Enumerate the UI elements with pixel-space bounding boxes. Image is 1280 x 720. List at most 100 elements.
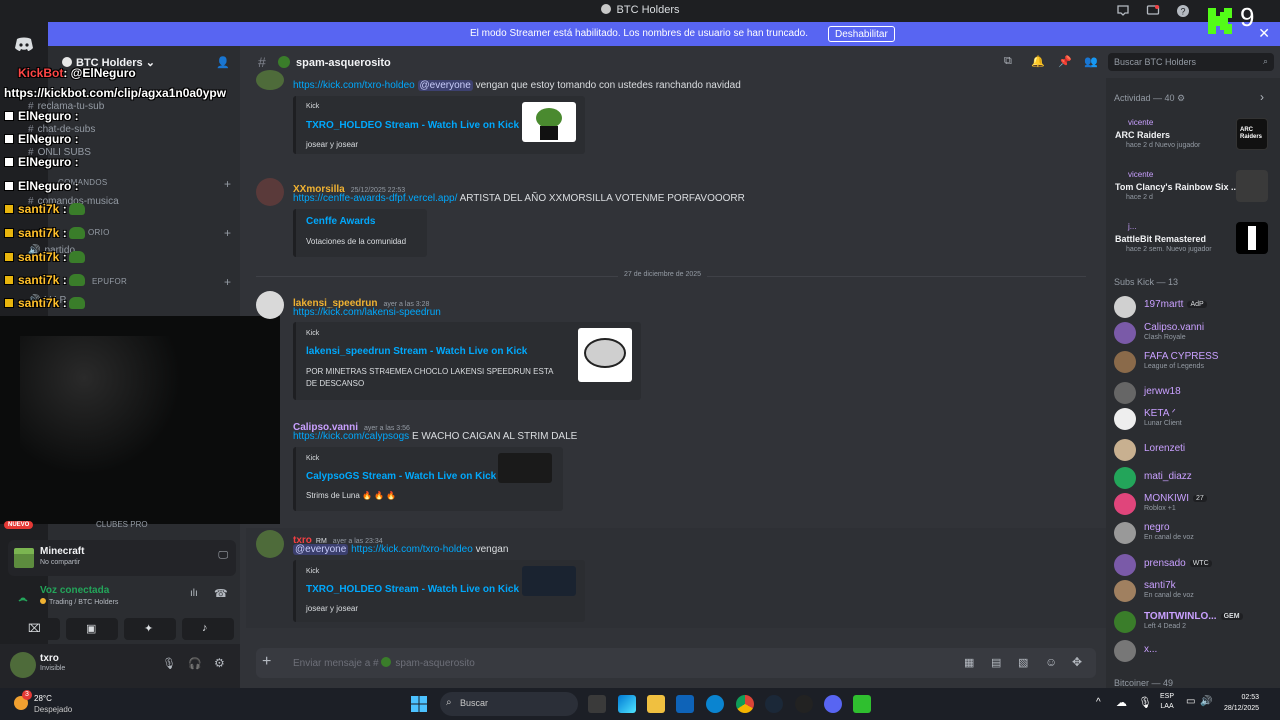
embed-title[interactable]: TXRO_HOLDEO Stream - Watch Live on Kick — [306, 120, 519, 131]
badge-icon — [4, 181, 14, 191]
task-view-icon[interactable] — [588, 695, 606, 713]
member-item[interactable]: negro En canal de voz — [1114, 520, 1274, 544]
mic-tray-icon[interactable]: 🎙 — [1138, 696, 1152, 709]
member-item[interactable]: FAFA CYPRESS League of Legends — [1114, 349, 1274, 373]
apps-icon[interactable]: ✥ — [1072, 655, 1082, 669]
pin-icon[interactable]: 📌 — [1058, 55, 1072, 68]
avatar[interactable] — [256, 530, 284, 558]
voice-channel[interactable]: Trading / BTC Holders — [40, 598, 118, 606]
embed-title[interactable]: Cenffe Awards — [306, 216, 375, 227]
member-item[interactable]: prensado WTC — [1114, 552, 1274, 576]
disconnect-icon[interactable]: ☎ — [214, 587, 228, 600]
badge-icon — [4, 275, 14, 285]
activity-card[interactable]: vicente ARC Raiders hace 2 d Nuevo jugad… — [1110, 118, 1274, 164]
message-link[interactable]: https://cenffe-awards-dfpf.vercel.app/ — [293, 193, 457, 204]
clock[interactable]: 02:53 28/12/2025 — [1224, 692, 1259, 714]
invite-icon[interactable]: 👤 — [216, 56, 230, 69]
embed-title[interactable]: lakensi_speedrun Stream - Watch Live on … — [306, 346, 527, 357]
close-icon[interactable]: ✕ — [1258, 25, 1270, 42]
member-item[interactable]: Lorenzeti — [1114, 437, 1274, 461]
help-icon[interactable]: ? — [1176, 4, 1190, 18]
signal-icon[interactable] — [16, 590, 30, 604]
language-indicator[interactable]: ESP LAA — [1160, 692, 1174, 712]
category-orio[interactable]: ORIO — [88, 228, 110, 237]
message-link[interactable]: https://kick.com/lakensi-speedrun — [293, 307, 441, 318]
message-link[interactable]: https://kick.com/txro-holdeo — [293, 80, 415, 91]
voice-panel: Voz conectada Trading / BTC Holders ılı … — [8, 580, 236, 640]
noise-suppression-icon[interactable]: ılı — [190, 588, 198, 599]
mention[interactable]: @everyone — [293, 544, 349, 555]
video-toggle-button[interactable]: ⌧ — [8, 618, 60, 640]
avatar[interactable] — [10, 652, 36, 678]
gear-icon[interactable]: ⚙ — [1177, 93, 1185, 103]
avatar[interactable] — [256, 70, 284, 90]
chevron-up-icon[interactable]: ^ — [1096, 697, 1101, 708]
member-tag: WTC — [1189, 560, 1212, 567]
monitor-icon[interactable] — [1146, 4, 1160, 18]
embed-thumbnail[interactable] — [498, 453, 552, 483]
bell-icon[interactable]: 🔔 — [1031, 55, 1045, 68]
disable-streamer-button[interactable]: Deshabilitar — [828, 26, 895, 42]
embed-thumbnail[interactable] — [522, 102, 576, 142]
search-input[interactable]: Buscar BTC Holders ⌕ — [1108, 53, 1274, 71]
obs-icon[interactable] — [795, 695, 813, 713]
soundboard-button[interactable]: ♪ — [182, 618, 234, 640]
add-attachment-icon[interactable]: + — [262, 653, 271, 671]
badge-icon — [4, 228, 14, 238]
embed-title[interactable]: CalypsoGS Stream - Watch Live on Kick — [306, 471, 496, 482]
threads-icon[interactable]: ⧉ — [1004, 55, 1012, 68]
activity-card[interactable]: vicente Tom Clancy's Rainbow Six ... hac… — [1110, 170, 1274, 216]
screen-share-button[interactable]: ▣ — [66, 618, 118, 640]
member-item[interactable]: Calipso.vanni Clash Royale — [1114, 320, 1274, 344]
inbox-icon[interactable] — [1116, 4, 1130, 18]
mention[interactable]: @everyone — [417, 80, 473, 91]
member-tag: 27 — [1193, 495, 1207, 502]
avatar[interactable] — [256, 178, 284, 206]
steam-icon[interactable] — [765, 695, 783, 713]
edge-icon[interactable] — [706, 695, 724, 713]
taskbar-search[interactable]: ⌕ Buscar — [440, 692, 578, 716]
member-item[interactable]: KETA ᐟ Lunar Client — [1114, 406, 1274, 430]
embed-title[interactable]: TXRO_HOLDEO Stream - Watch Live on Kick — [306, 584, 519, 595]
minecraft-icon[interactable] — [853, 695, 871, 713]
store-icon[interactable] — [676, 695, 694, 713]
message-link[interactable]: https://kick.com/txro-holdeo — [351, 544, 473, 555]
gift-icon[interactable]: ▦ — [964, 656, 974, 669]
screen-share-icon[interactable]: 🖵 — [218, 550, 228, 561]
embed-thumbnail[interactable] — [522, 566, 576, 596]
cloud-icon[interactable]: ☁ — [1116, 696, 1127, 709]
category-epufor[interactable]: EPUFOR — [92, 277, 127, 286]
member-item[interactable]: jerww18 — [1114, 380, 1274, 404]
sticker-icon[interactable]: ▧ — [1018, 656, 1028, 669]
embed-thumbnail[interactable] — [578, 328, 632, 382]
copilot-icon[interactable] — [618, 695, 636, 713]
file-explorer-icon[interactable] — [647, 695, 665, 713]
gear-icon[interactable]: ⚙ — [214, 656, 225, 670]
search-icon: ⌕ — [1262, 56, 1268, 66]
member-item[interactable]: x... — [1114, 638, 1274, 662]
network-icon[interactable]: ▭ — [1186, 696, 1195, 707]
gif-icon[interactable]: ▤ — [991, 656, 1001, 669]
chrome-icon[interactable] — [736, 695, 754, 713]
avatar[interactable] — [256, 291, 284, 319]
headphones-icon[interactable]: 🎧 — [188, 657, 202, 670]
discord-icon[interactable] — [824, 695, 842, 713]
volume-icon[interactable]: 🔊 — [1200, 696, 1212, 707]
member-item[interactable]: 197martt AdP — [1114, 294, 1274, 318]
chevron-right-icon[interactable]: › — [1260, 90, 1264, 104]
activity-panel[interactable]: Minecraft No compartir 🖵 — [8, 540, 236, 576]
activities-button[interactable]: ✦ — [124, 618, 176, 640]
members-icon[interactable]: 👥 — [1084, 55, 1098, 68]
weather-widget[interactable]: 3 28°C Despejado — [10, 690, 90, 716]
member-item[interactable]: MONKIWI 27 Roblox +1 — [1114, 491, 1274, 515]
activity-card[interactable]: j... BattleBit Remastered hace 2 sem. Nu… — [1110, 222, 1274, 268]
windows-start-icon[interactable] — [410, 695, 428, 713]
message-link[interactable]: https://kick.com/calypsogs — [293, 431, 409, 442]
member-item[interactable]: mati_diazz — [1114, 465, 1274, 489]
microphone-icon[interactable]: 🎙 — [162, 657, 176, 670]
discord-home-icon[interactable] — [8, 28, 40, 60]
member-item[interactable]: santi7k En canal de voz — [1114, 578, 1274, 602]
message-composer[interactable]: + Enviar mensaje a # spam-asquerosito ▦ … — [256, 648, 1096, 678]
member-item[interactable]: TOMITWINLO... GEM Left 4 Dead 2 — [1114, 609, 1274, 633]
emoji-icon[interactable]: ☺ — [1045, 655, 1057, 669]
